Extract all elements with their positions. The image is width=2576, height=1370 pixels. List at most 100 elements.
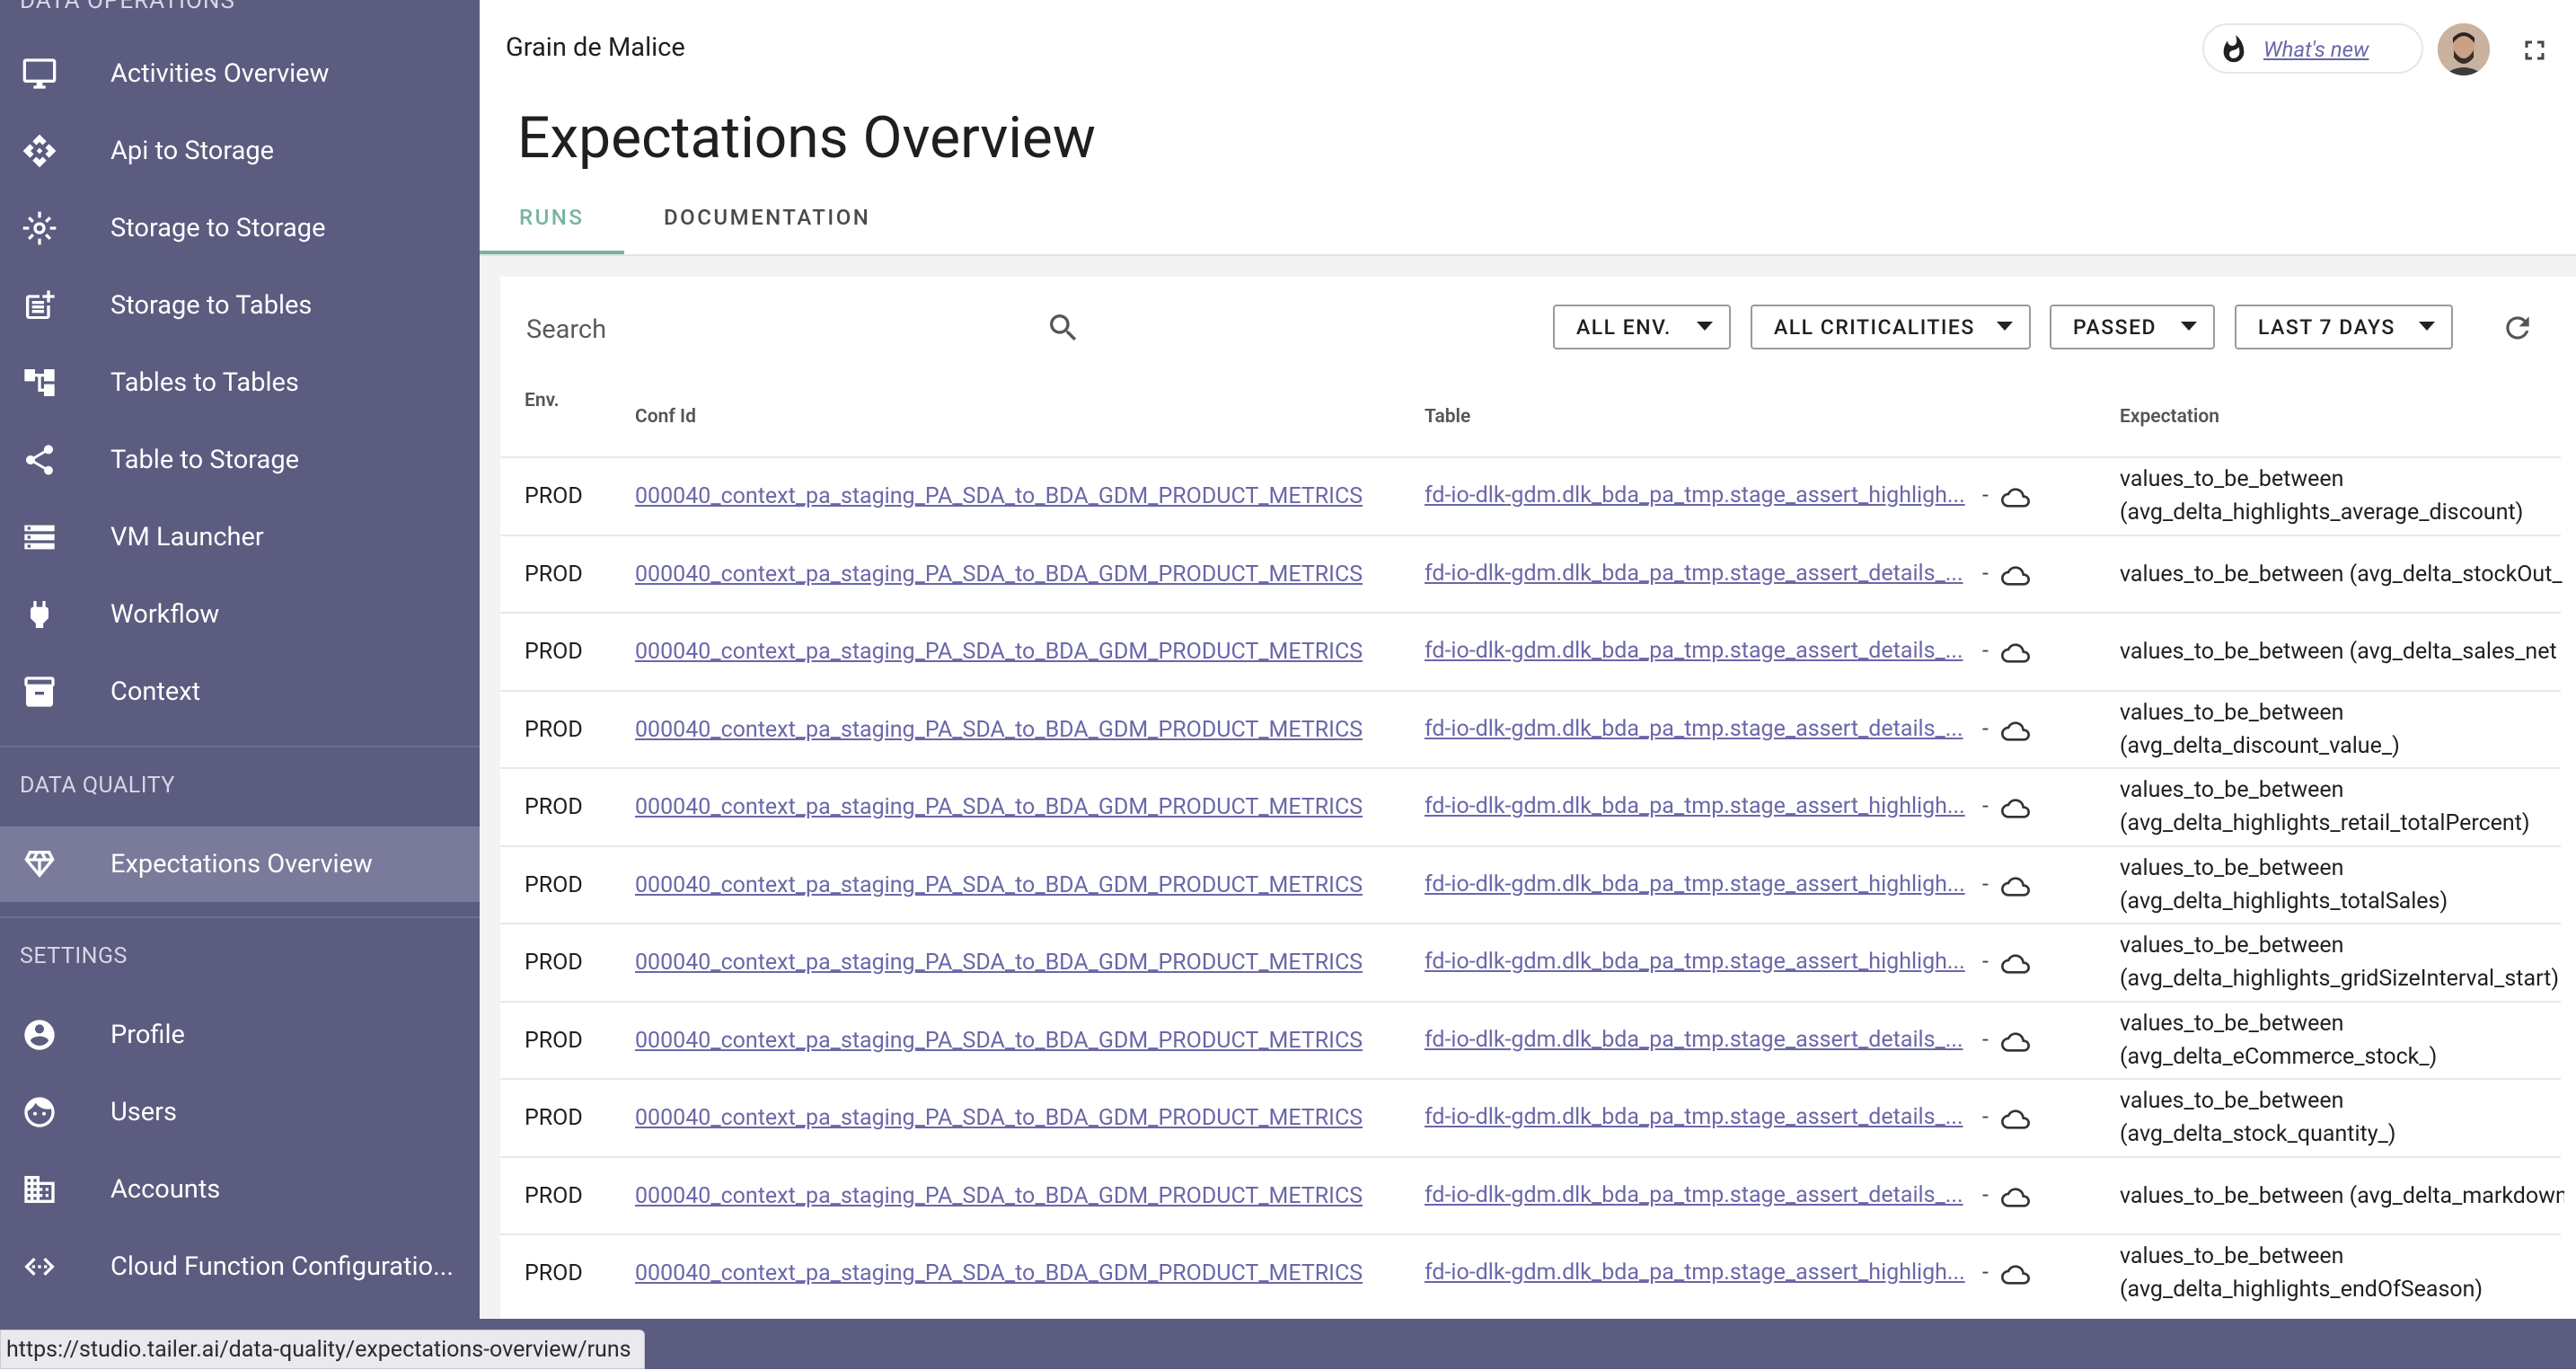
table-link[interactable]: fd-io-dlk-gdm.dlk_bda_pa_tmp.stage_asser…	[1425, 479, 1980, 512]
table-link[interactable]: fd-io-dlk-gdm.dlk_bda_pa_tmp.stage_asser…	[1425, 945, 1980, 978]
cloud-icon[interactable]	[1998, 1183, 2033, 1212]
cloud-icon[interactable]	[1998, 717, 2033, 746]
conf-id-link[interactable]: 000040_context_pa_staging_PA_SDA_to_BDA_…	[635, 558, 1363, 591]
conf-id-link[interactable]: 000040_context_pa_staging_PA_SDA_to_BDA_…	[635, 635, 1363, 668]
table-row[interactable]: PROD 000040_context_pa_staging_PA_SDA_to_…	[500, 689, 2561, 769]
cloud-icon[interactable]	[1998, 561, 2033, 590]
table-row[interactable]: PROD 000040_context_pa_staging_PA_SDA_to_…	[500, 534, 2563, 614]
conf-id-link[interactable]: 000040_context_pa_staging_PA_SDA_to_BDA_…	[635, 1180, 1363, 1213]
table-link[interactable]: fd-io-dlk-gdm.dlk_bda_pa_tmp.stage_asser…	[1425, 1179, 1980, 1212]
avatar[interactable]	[2438, 23, 2490, 75]
separator: -	[1982, 871, 1989, 897]
sidebar-item-label: Profile	[110, 1020, 185, 1050]
table-row[interactable]: PROD 000040_context_pa_staging_PA_SDA_to_…	[500, 612, 2561, 691]
fullscreen-icon[interactable]	[2519, 34, 2551, 66]
sidebar-item-tables-to-tables[interactable]: Tables to Tables	[0, 345, 480, 420]
expectation-cell: values_to_be_between (avg_delta_sales_ne…	[2120, 639, 2557, 665]
sidebar-item-label: Users	[110, 1097, 177, 1127]
sidebar-item-vm-launcher[interactable]: VM Launcher	[0, 499, 480, 575]
sidebar-item-context[interactable]: Context	[0, 654, 480, 729]
sidebar-item-accounts[interactable]: Accounts	[0, 1152, 480, 1227]
separator: -	[1982, 1104, 1989, 1130]
column-header-expectation[interactable]: Expectation	[2120, 406, 2219, 428]
expectation-cell: values_to_be_between (avg_delta_highligh…	[2120, 854, 2448, 915]
table-link[interactable]: fd-io-dlk-gdm.dlk_bda_pa_tmp.stage_asser…	[1425, 790, 1980, 823]
expectation-cell: values_to_be_between (avg_delta_highligh…	[2120, 932, 2560, 992]
sidebar-item-cloud-function-configuration[interactable]: Cloud Function Configuratio...	[0, 1229, 480, 1304]
sidebar-item-label: Storage to Tables	[110, 290, 313, 321]
table-row[interactable]: PROD 000040_context_pa_staging_PA_SDA_to_…	[500, 923, 2561, 1002]
conf-id-link[interactable]: 000040_context_pa_staging_PA_SDA_to_BDA_…	[635, 946, 1363, 979]
criticality-filter-dropdown[interactable]: ALL CRITICALITIES	[1751, 305, 2031, 349]
status-filter-dropdown[interactable]: PASSED	[2050, 305, 2215, 349]
table-row[interactable]: PROD 000040_context_pa_staging_PA_SDA_to_…	[500, 1155, 2564, 1235]
env-filter-dropdown[interactable]: ALL ENV.	[1553, 305, 1731, 349]
sidebar-item-api-to-storage[interactable]: Api to Storage	[0, 113, 480, 189]
caret-down-icon	[1997, 322, 2013, 331]
sidebar-item-storage-to-tables[interactable]: Storage to Tables	[0, 268, 480, 343]
sidebar-item-expectations-overview[interactable]: Expectations Overview	[0, 826, 480, 902]
cloud-icon[interactable]	[1998, 950, 2033, 978]
separator: -	[1982, 638, 1989, 664]
cloud-icon[interactable]	[1998, 794, 2033, 823]
separator: -	[1982, 949, 1989, 975]
post-add-icon	[20, 286, 59, 325]
conf-id-link[interactable]: 000040_context_pa_staging_PA_SDA_to_BDA_…	[635, 1101, 1363, 1135]
tab-runs[interactable]: RUNS	[519, 205, 584, 230]
table-link[interactable]: fd-io-dlk-gdm.dlk_bda_pa_tmp.stage_asser…	[1425, 1256, 1980, 1289]
whats-new-label: What's new	[2263, 37, 2369, 62]
caret-down-icon	[2181, 322, 2197, 331]
separator: -	[1982, 1181, 1989, 1208]
column-header-table[interactable]: Table	[1425, 406, 1470, 428]
table-row[interactable]: PROD 000040_context_pa_staging_PA_SDA_to_…	[500, 456, 2561, 535]
cloud-icon[interactable]	[1998, 1260, 2033, 1289]
table-row[interactable]: PROD 000040_context_pa_staging_PA_SDA_to_…	[500, 1078, 2561, 1157]
table-link[interactable]: fd-io-dlk-gdm.dlk_bda_pa_tmp.stage_asser…	[1425, 712, 1980, 746]
sidebar-item-profile[interactable]: Profile	[0, 997, 480, 1073]
sidebar-divider	[0, 916, 480, 918]
conf-id-link[interactable]: 000040_context_pa_staging_PA_SDA_to_BDA_…	[635, 480, 1363, 513]
table-row[interactable]: PROD 000040_context_pa_staging_PA_SDA_to_…	[500, 1233, 2561, 1313]
conf-id-link[interactable]: 000040_context_pa_staging_PA_SDA_to_BDA_…	[635, 713, 1363, 747]
conf-id-link[interactable]: 000040_context_pa_staging_PA_SDA_to_BDA_…	[635, 791, 1363, 824]
sidebar-item-table-to-storage[interactable]: Table to Storage	[0, 422, 480, 498]
sidebar-item-storage-to-storage[interactable]: Storage to Storage	[0, 190, 480, 266]
table-link[interactable]: fd-io-dlk-gdm.dlk_bda_pa_tmp.stage_asser…	[1425, 557, 1980, 590]
sidebar-item-workflow[interactable]: Workflow	[0, 577, 480, 652]
sidebar-item-activities-overview[interactable]: Activities Overview	[0, 36, 480, 111]
column-header-env[interactable]: Env.	[525, 390, 560, 411]
search-input[interactable]	[525, 309, 1031, 350]
sidebar-item-users[interactable]: Users	[0, 1074, 480, 1150]
refresh-icon[interactable]	[2501, 311, 2535, 345]
table-row[interactable]: PROD 000040_context_pa_staging_PA_SDA_to_…	[500, 844, 2561, 924]
conf-id-link[interactable]: 000040_context_pa_staging_PA_SDA_to_BDA_…	[635, 1257, 1363, 1290]
cloud-icon[interactable]	[1998, 872, 2033, 901]
column-header-conf-id[interactable]: Conf Id	[635, 406, 696, 428]
conf-id-link[interactable]: 000040_context_pa_staging_PA_SDA_to_BDA_…	[635, 869, 1363, 902]
status-filter-label: PASSED	[2073, 314, 2157, 340]
env-cell: PROD	[525, 1260, 583, 1286]
table-row[interactable]: PROD 000040_context_pa_staging_PA_SDA_to_…	[500, 767, 2561, 846]
env-cell: PROD	[525, 716, 583, 743]
whats-new-button[interactable]: What's new	[2202, 23, 2423, 74]
tab-documentation[interactable]: DOCUMENTATION	[664, 205, 870, 230]
table-link[interactable]: fd-io-dlk-gdm.dlk_bda_pa_tmp.stage_asser…	[1425, 868, 1980, 901]
conf-id-link[interactable]: 000040_context_pa_staging_PA_SDA_to_BDA_…	[635, 1024, 1363, 1057]
cloud-icon[interactable]	[1998, 1105, 2033, 1134]
table-link[interactable]: fd-io-dlk-gdm.dlk_bda_pa_tmp.stage_asser…	[1425, 634, 1980, 667]
cloud-icon[interactable]	[1998, 483, 2033, 512]
storage-transfer-icon	[20, 208, 59, 248]
separator: -	[1982, 1026, 1989, 1053]
sidebar-section-header-data-quality: DATA QUALITY	[20, 773, 175, 799]
cloud-icon[interactable]	[1998, 639, 2033, 667]
table-link[interactable]: fd-io-dlk-gdm.dlk_bda_pa_tmp.stage_asser…	[1425, 1023, 1980, 1056]
table-link[interactable]: fd-io-dlk-gdm.dlk_bda_pa_tmp.stage_asser…	[1425, 1100, 1980, 1134]
table-row[interactable]: PROD 000040_context_pa_staging_PA_SDA_to_…	[500, 1000, 2561, 1080]
period-filter-dropdown[interactable]: LAST 7 DAYS	[2235, 305, 2453, 349]
env-cell: PROD	[525, 639, 583, 665]
face-icon	[20, 1092, 59, 1132]
account-circle-icon	[20, 1015, 59, 1055]
cloud-icon[interactable]	[1998, 1028, 2033, 1056]
search-icon[interactable]	[1045, 310, 1081, 346]
sidebar-item-label: Accounts	[110, 1174, 221, 1205]
